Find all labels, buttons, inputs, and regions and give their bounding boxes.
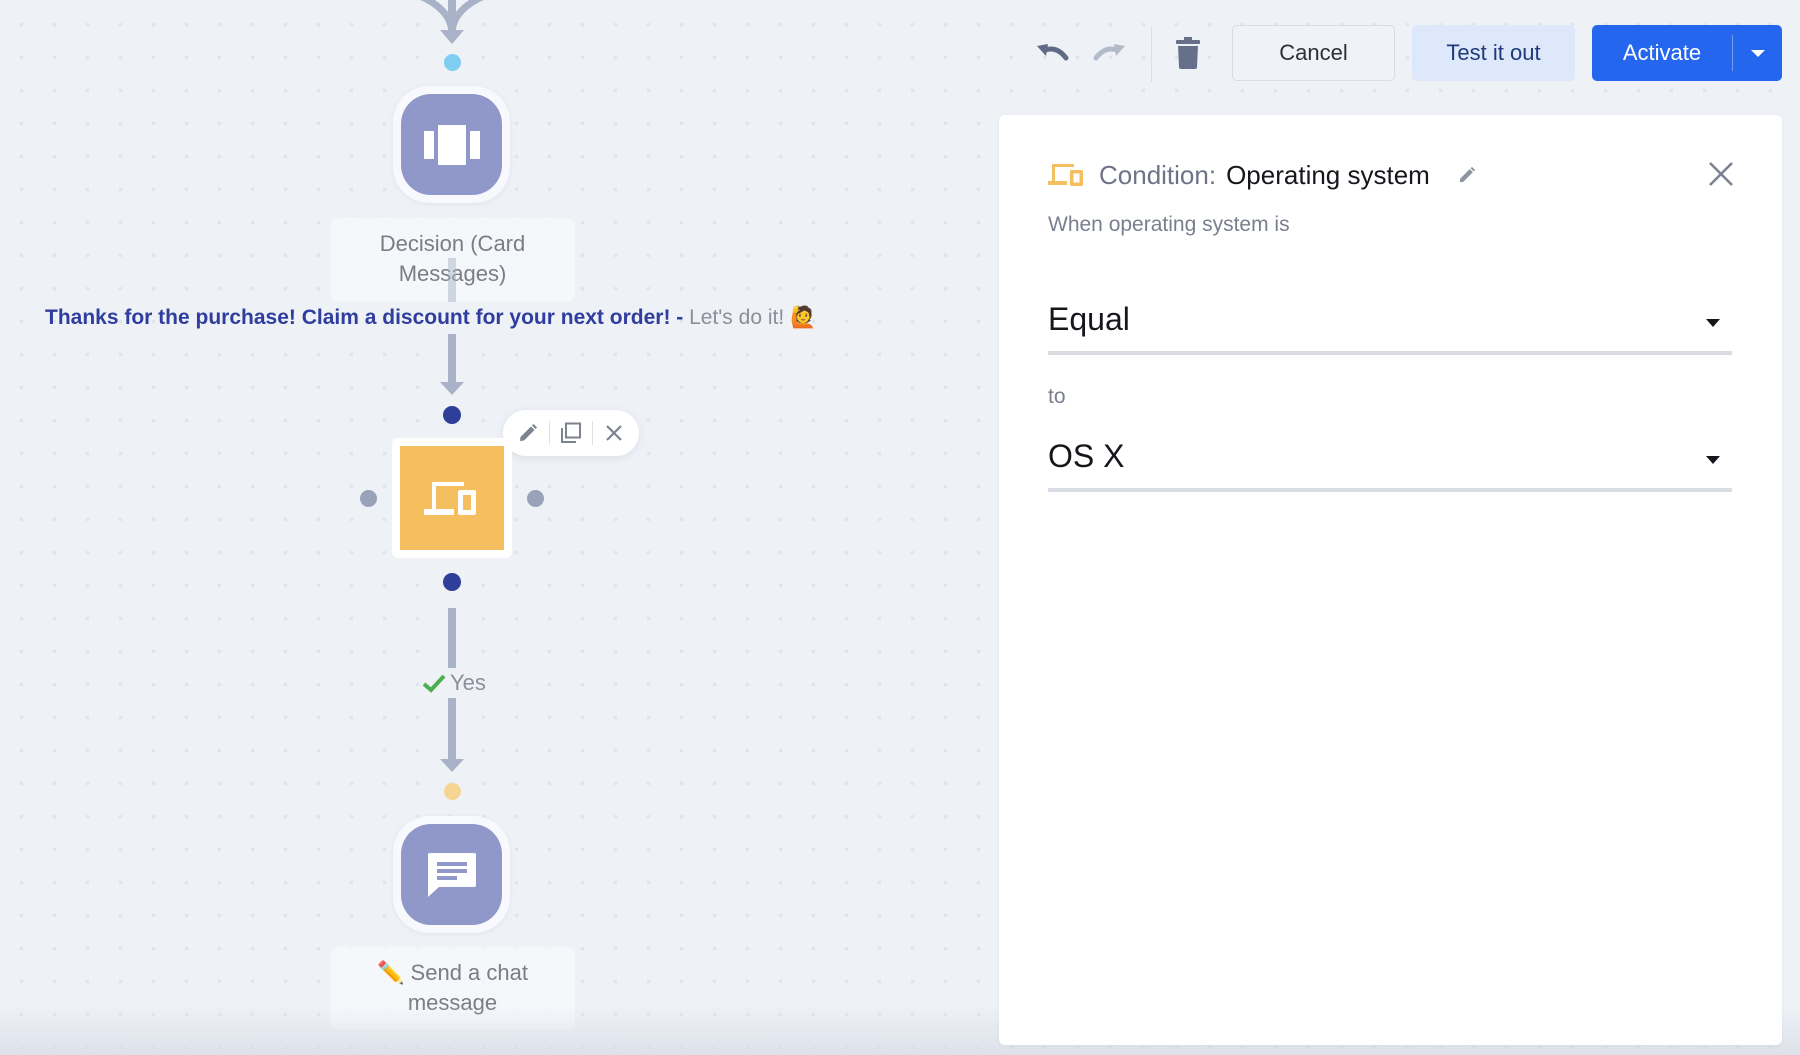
connector-arrow <box>440 759 464 772</box>
os-label: to <box>1048 385 1066 409</box>
pencil-emoji: ✏️ <box>377 960 404 985</box>
panel-title-prefix: Condition: <box>1099 160 1216 191</box>
caret-down-icon <box>1751 50 1765 57</box>
pencil-icon <box>1458 166 1476 184</box>
activate-button[interactable]: Activate <box>1592 40 1732 66</box>
devices-icon <box>1048 163 1084 187</box>
condition-panel: Condition: Operating system When operati… <box>999 115 1782 1045</box>
close-icon <box>1708 161 1734 187</box>
check-icon <box>422 673 446 693</box>
input-port[interactable] <box>444 783 461 800</box>
operator-value: Equal <box>1048 301 1130 338</box>
output-port[interactable] <box>443 573 461 591</box>
condition-message-light: Let's do it! <box>689 306 784 329</box>
activate-button-group: Activate <box>1592 25 1782 81</box>
panel-header: Condition: Operating system <box>1048 155 1476 195</box>
operator-select[interactable]: Equal <box>1048 293 1732 355</box>
devices-icon <box>424 479 480 517</box>
raising-hand-emoji: 🙋 <box>790 306 816 329</box>
close-panel-button[interactable] <box>1706 159 1736 189</box>
trash-icon <box>1176 37 1200 69</box>
connector-line <box>448 334 456 384</box>
undo-icon <box>1035 42 1069 66</box>
test-it-out-button[interactable]: Test it out <box>1412 25 1575 81</box>
input-port[interactable] <box>444 54 461 71</box>
carousel-icon <box>424 125 480 165</box>
activate-menu-button[interactable] <box>1733 25 1782 81</box>
chat-message-icon <box>427 852 477 898</box>
condition-node[interactable] <box>392 438 512 558</box>
undo-button[interactable] <box>1034 38 1070 70</box>
condition-message-bold: Thanks for the purchase! Claim a discoun… <box>45 306 683 329</box>
caret-down-icon <box>1706 456 1720 464</box>
left-port[interactable] <box>360 490 377 507</box>
redo-icon <box>1093 42 1127 66</box>
connector-arrow <box>440 382 464 395</box>
operator-label: When operating system is <box>1048 213 1290 237</box>
toolbar-divider <box>1151 27 1152 82</box>
redo-button[interactable] <box>1092 38 1128 70</box>
flow-canvas[interactable]: Decision (Card Messages) Thanks for the … <box>0 0 990 1055</box>
decision-node[interactable] <box>393 86 510 203</box>
send-chat-label-text: Send a chat message <box>408 960 528 1015</box>
send-chat-node[interactable] <box>393 816 510 933</box>
panel-title: Operating system <box>1226 160 1430 191</box>
connector-line <box>448 258 456 302</box>
duplicate-icon[interactable] <box>558 420 584 446</box>
yes-text: Yes <box>450 670 486 696</box>
input-port[interactable] <box>443 406 461 424</box>
caret-down-icon <box>1706 319 1720 327</box>
node-toolbar <box>503 410 639 456</box>
edit-icon[interactable] <box>515 420 541 446</box>
incoming-arrows <box>400 0 504 48</box>
branch-yes-label: Yes <box>420 668 488 698</box>
os-select[interactable]: OS X <box>1048 430 1732 492</box>
send-chat-node-label: ✏️ Send a chat message <box>330 947 575 1030</box>
close-icon[interactable] <box>601 420 627 446</box>
os-value: OS X <box>1048 438 1124 475</box>
connector-line <box>448 698 456 760</box>
cancel-button[interactable]: Cancel <box>1232 25 1395 81</box>
edit-title-button[interactable] <box>1458 166 1476 184</box>
condition-message: Thanks for the purchase! Claim a discoun… <box>45 302 816 334</box>
connector-line <box>448 608 456 668</box>
right-port[interactable] <box>527 490 544 507</box>
delete-button[interactable] <box>1174 36 1202 70</box>
